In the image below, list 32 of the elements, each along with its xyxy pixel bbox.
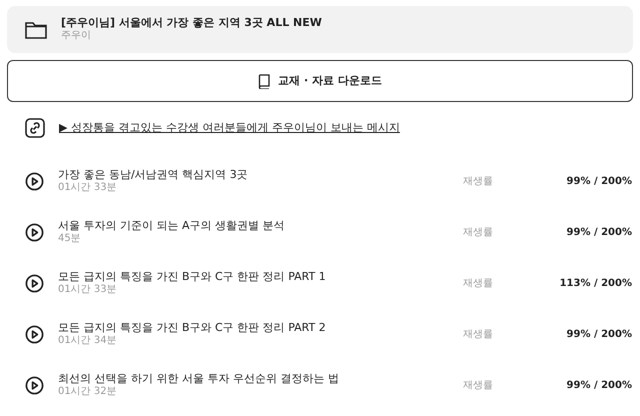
playback-rate-label: 재생률 (463, 226, 494, 240)
lesson-duration: 01시간 34분 (58, 335, 118, 348)
play-icon[interactable] (25, 223, 44, 242)
lesson-title[interactable]: 모든 급지의 특징을 가진 B구와 C구 한판 정리 PART 2 (58, 321, 463, 336)
lesson-duration: 01시간 33분 (58, 284, 118, 297)
playback-rate-label: 재생률 (463, 277, 494, 291)
playback-rate: 99% / 200% (566, 175, 633, 189)
lesson-title[interactable]: 서울 투자의 기준이 되는 A구의 생활권별 분석 (58, 219, 463, 234)
playback-rate-label: 재생률 (463, 379, 494, 393)
download-button[interactable]: 교재 · 자료 다운로드 (7, 60, 633, 102)
play-icon[interactable] (25, 274, 44, 293)
play-icon[interactable] (25, 172, 44, 191)
lesson-title[interactable]: 모든 급지의 특징을 가진 B구와 C구 한판 정리 PART 1 (58, 270, 463, 284)
play-icon[interactable] (25, 325, 44, 344)
message-link[interactable]: ▶ 성장통을 겪고있는 수강생 여러분들에게 주우이님이 보내는 메시지 (59, 120, 400, 136)
lesson-title[interactable]: 최선의 선택을 하기 위한 서울 투자 우선순위 결정하는 법 (58, 372, 463, 386)
playback-rate: 113% / 200% (558, 277, 633, 291)
lesson-duration: 01시간 32분 (58, 386, 118, 399)
link-icon (25, 118, 45, 138)
lesson-title[interactable]: 가장 좋은 동남/서남권역 핵심지역 3곳 (58, 168, 463, 182)
lesson-duration: 45분 (58, 233, 82, 246)
course-title: [주우이님] 서울에서 가장 좋은 지역 3곳 ALL NEW (61, 16, 322, 30)
play-icon[interactable] (25, 376, 44, 395)
playback-rate: 99% / 200% (566, 328, 633, 342)
playback-rate: 99% / 200% (566, 379, 633, 393)
folder-icon (25, 20, 47, 38)
instructor-name: 주우이 (61, 30, 92, 43)
playback-rate-label: 재생률 (463, 175, 494, 189)
book-icon (258, 74, 270, 88)
lesson-duration: 01시간 33분 (58, 182, 118, 195)
playback-rate-label: 재생률 (463, 328, 494, 342)
playback-rate: 99% / 200% (566, 226, 633, 240)
